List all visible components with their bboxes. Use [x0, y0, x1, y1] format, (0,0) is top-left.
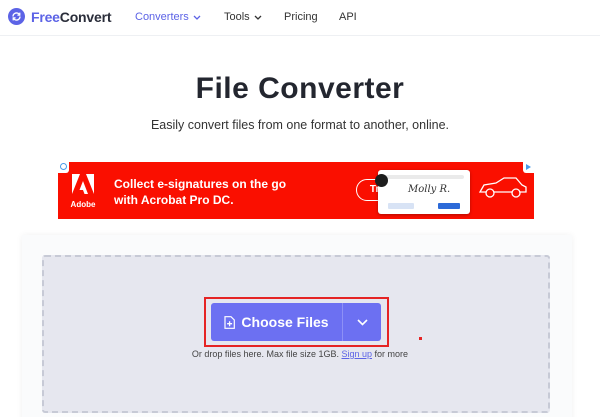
sign-up-link[interactable]: Sign up	[342, 349, 373, 359]
page-subtitle: Easily convert files from one format to …	[150, 118, 450, 132]
nav-pricing-label: Pricing	[284, 11, 318, 23]
ad-choices-icon[interactable]	[523, 162, 534, 173]
cursor-marker	[419, 337, 422, 340]
ad-headline: Collect e-signatures on the go with Acro…	[114, 176, 314, 208]
car-icon	[478, 177, 527, 198]
nav-tools[interactable]: Tools	[224, 11, 262, 23]
file-plus-icon	[224, 315, 236, 329]
chevron-down-icon	[254, 15, 262, 20]
choose-files-label: Choose Files	[241, 314, 329, 330]
drop-hint-text: Or drop files here. Max file size 1GB.	[191, 349, 339, 359]
chevron-down-icon	[193, 15, 201, 20]
ad-headline-line1: Collect e-signatures on the go	[114, 177, 287, 191]
nav-converters[interactable]: Converters	[135, 11, 201, 23]
nav-pricing[interactable]: Pricing	[284, 11, 318, 23]
nav-api[interactable]: API	[339, 11, 357, 23]
page-title: File Converter	[195, 72, 405, 105]
ad-brand-label: Adobe	[70, 200, 96, 209]
choose-source-dropdown[interactable]	[342, 303, 381, 341]
refresh-icon	[8, 8, 25, 25]
nav-api-label: API	[339, 11, 357, 23]
drop-hint: Or drop files here. Max file size 1GB. S…	[0, 349, 600, 359]
choose-files-main[interactable]: Choose Files	[211, 303, 342, 341]
nav-converters-label: Converters	[135, 11, 189, 23]
brand-name: FreeConvert	[31, 8, 112, 25]
drop-hint-suffix: for more	[374, 349, 409, 359]
nav-tools-label: Tools	[224, 11, 250, 23]
choose-files-button[interactable]: Choose Files	[211, 303, 381, 341]
pen-icon	[375, 174, 388, 187]
ad-banner[interactable]: Adobe Collect e-signatures on the go wit…	[58, 162, 534, 219]
ad-signature: Molly R.	[408, 184, 451, 195]
ad-headline-line2: with Acrobat Pro DC.	[114, 193, 234, 207]
chevron-down-icon	[356, 318, 368, 326]
ad-document-illustration: Molly R.	[378, 170, 470, 214]
ad-info-icon[interactable]	[58, 162, 69, 173]
top-navbar: FreeConvert Converters Tools Pricing API	[0, 0, 600, 36]
freeconvert-logo[interactable]: FreeConvert	[8, 8, 111, 25]
adobe-logo-icon	[72, 174, 94, 194]
